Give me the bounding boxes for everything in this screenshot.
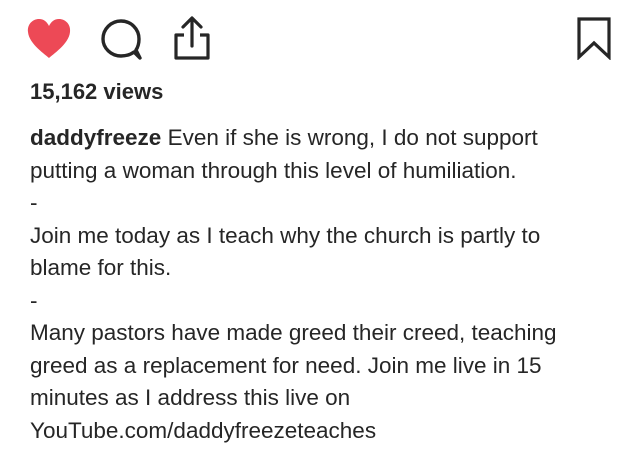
caption-line: greed as a replacement for need. Join me… bbox=[30, 352, 542, 378]
share-icon bbox=[174, 16, 210, 60]
caption-line: minutes as I address this live on bbox=[30, 385, 351, 410]
caption-line: daddyfreeze Even if she is wrong, I do n… bbox=[30, 122, 630, 155]
post-action-bar bbox=[0, 0, 640, 80]
caption-username[interactable]: daddyfreeze bbox=[30, 125, 161, 150]
caption-line: putting a woman through this level of hu… bbox=[30, 157, 517, 183]
comment-button[interactable] bbox=[100, 19, 144, 61]
comment-icon bbox=[101, 19, 142, 60]
bookmark-icon bbox=[577, 17, 611, 60]
like-button[interactable] bbox=[26, 18, 72, 60]
caption-text: Even if she is wrong, I do not support bbox=[161, 125, 538, 150]
post-caption: daddyfreeze Even if she is wrong, I do n… bbox=[30, 122, 630, 447]
share-button[interactable] bbox=[170, 15, 214, 61]
caption-line: Many pastors have made greed their creed… bbox=[30, 320, 557, 345]
caption-link[interactable]: YouTube.com/daddyfreezeteaches bbox=[30, 415, 630, 448]
caption-line: Join me today as I teach why the church … bbox=[30, 222, 541, 248]
caption-line: - bbox=[30, 287, 38, 313]
heart-icon bbox=[27, 19, 71, 58]
caption-line: blame for this. bbox=[30, 255, 172, 280]
caption-line: - bbox=[30, 190, 38, 215]
save-button[interactable] bbox=[576, 16, 612, 60]
view-count[interactable]: 15,162 views bbox=[30, 78, 163, 106]
